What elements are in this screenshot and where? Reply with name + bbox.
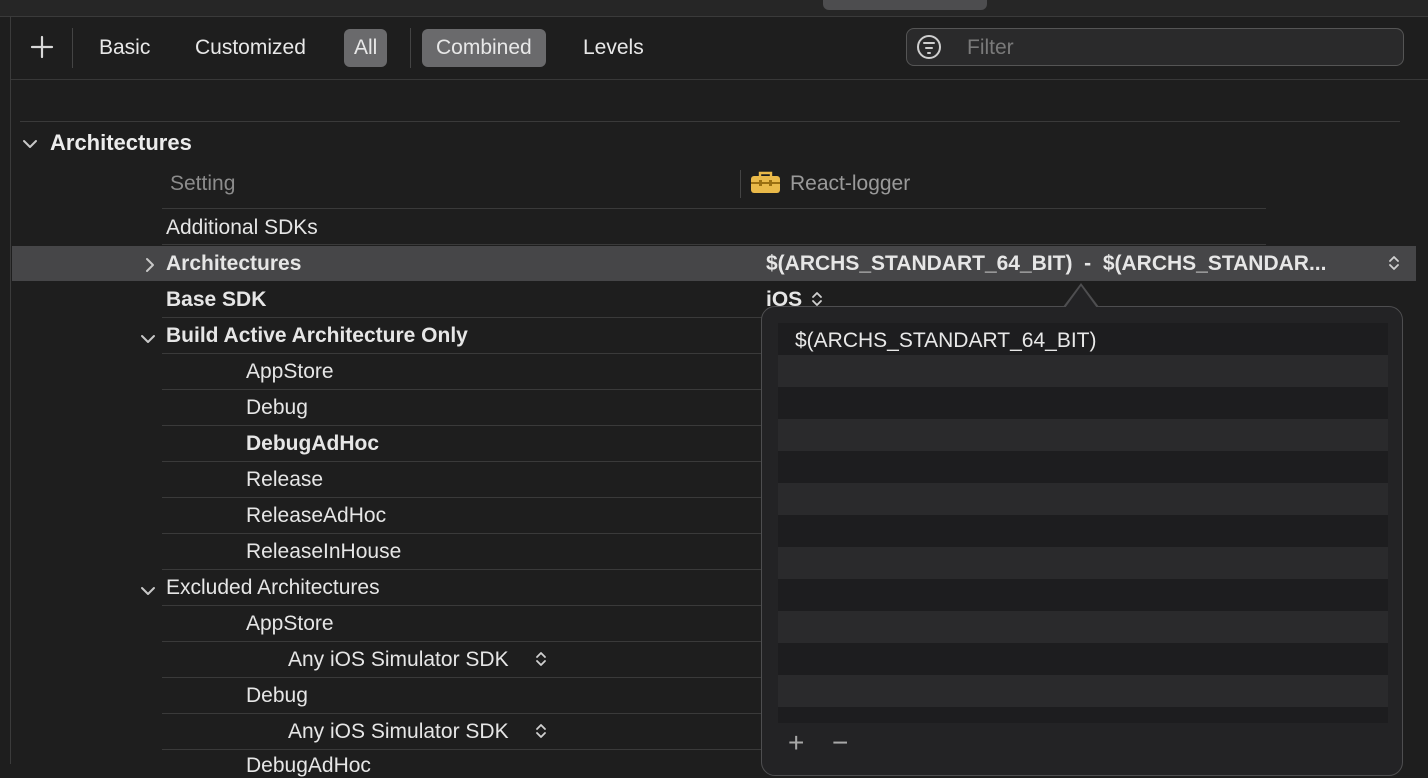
- filter-input[interactable]: [965, 29, 1389, 67]
- chevron-down-icon[interactable]: [140, 581, 156, 597]
- plus-icon: [30, 35, 54, 59]
- config-release-inhouse[interactable]: ReleaseInHouse: [246, 540, 401, 564]
- excluded-architectures-label: Excluded Architectures: [166, 576, 380, 599]
- architectures-value[interactable]: $(ARCHS_STANDART_64_BIT) - $(ARCHS_STAND…: [766, 252, 1326, 276]
- window-top-strip: [0, 0, 1428, 17]
- header-divider: [162, 208, 1266, 209]
- levels-button[interactable]: Levels: [573, 29, 654, 67]
- combined-button[interactable]: Combined: [422, 29, 546, 67]
- popover-remove-button[interactable]: −: [832, 727, 848, 759]
- list-item[interactable]: [778, 387, 1388, 419]
- list-item[interactable]: [778, 547, 1388, 579]
- toolbox-icon: [750, 170, 781, 194]
- row-divider: [162, 569, 762, 570]
- excluded-config-appstore[interactable]: AppStore: [246, 612, 334, 636]
- toolbar-separator: [410, 28, 411, 68]
- row-divider: [162, 749, 762, 750]
- row-divider: [162, 641, 762, 642]
- filter-field[interactable]: [906, 28, 1404, 67]
- architectures-popover: $(ARCHS_STANDART_64_BIT) + −: [761, 306, 1403, 776]
- list-item[interactable]: [778, 419, 1388, 451]
- list-item[interactable]: [778, 515, 1388, 547]
- list-item[interactable]: [778, 579, 1388, 611]
- column-divider: [740, 170, 741, 198]
- popover-arrow-fill: [1065, 286, 1097, 308]
- excluded-config-debug-adhoc[interactable]: DebugAdHoc: [246, 754, 371, 778]
- stepper-icon[interactable]: [535, 651, 547, 671]
- excluded-sdk-condition[interactable]: Any iOS Simulator SDK: [288, 720, 509, 744]
- all-button[interactable]: All: [344, 29, 388, 67]
- row-divider: [162, 461, 762, 462]
- filter-icon: [917, 35, 941, 59]
- row-divider: [162, 713, 762, 714]
- config-appstore[interactable]: AppStore: [246, 360, 334, 384]
- list-item[interactable]: [778, 675, 1388, 707]
- list-item[interactable]: [778, 355, 1388, 387]
- row-divider: [162, 353, 762, 354]
- target-column-header[interactable]: React-logger: [790, 172, 910, 196]
- list-item[interactable]: [778, 707, 1388, 723]
- popover-arch-value[interactable]: $(ARCHS_STANDART_64_BIT): [795, 329, 1096, 353]
- config-debug-adhoc[interactable]: DebugAdHoc: [246, 432, 379, 456]
- build-active-arch-label: Build Active Architecture Only: [166, 324, 468, 347]
- basic-button[interactable]: Basic: [89, 29, 160, 67]
- list-item[interactable]: [778, 643, 1388, 675]
- config-debug[interactable]: Debug: [246, 396, 308, 420]
- config-release-adhoc[interactable]: ReleaseAdHoc: [246, 504, 386, 528]
- row-divider: [162, 425, 762, 426]
- popover-add-button[interactable]: +: [788, 727, 804, 759]
- left-border: [10, 16, 11, 764]
- stepper-icon[interactable]: [1388, 254, 1400, 276]
- section-title: Architectures: [50, 130, 192, 155]
- row-divider: [162, 244, 1266, 245]
- row-divider: [162, 605, 762, 606]
- config-release[interactable]: Release: [246, 468, 323, 492]
- chevron-right-icon[interactable]: [142, 255, 158, 272]
- excluded-config-debug[interactable]: Debug: [246, 684, 308, 708]
- popover-value-list: $(ARCHS_STANDART_64_BIT): [778, 323, 1388, 723]
- row-divider: [162, 497, 762, 498]
- chevron-down-icon[interactable]: [20, 134, 40, 154]
- stepper-icon[interactable]: [535, 723, 547, 743]
- row-divider: [162, 317, 762, 318]
- customized-button[interactable]: Customized: [185, 29, 316, 67]
- toolbar-separator: [72, 28, 73, 68]
- excluded-sdk-condition[interactable]: Any iOS Simulator SDK: [288, 648, 509, 672]
- row-divider: [162, 389, 762, 390]
- architectures-setting-label: Architectures: [166, 252, 302, 275]
- row-divider: [162, 533, 762, 534]
- list-item[interactable]: [778, 451, 1388, 483]
- section-divider: [20, 121, 1400, 122]
- top-tab-fragment[interactable]: [823, 0, 987, 10]
- list-item[interactable]: [778, 483, 1388, 515]
- chevron-down-icon[interactable]: [140, 329, 156, 345]
- row-divider: [162, 677, 762, 678]
- list-item[interactable]: [778, 611, 1388, 643]
- additional-sdks-row[interactable]: Additional SDKs: [166, 216, 318, 240]
- add-setting-button[interactable]: [28, 32, 56, 62]
- base-sdk-label: Base SDK: [166, 288, 267, 311]
- setting-column-header[interactable]: Setting: [170, 172, 235, 196]
